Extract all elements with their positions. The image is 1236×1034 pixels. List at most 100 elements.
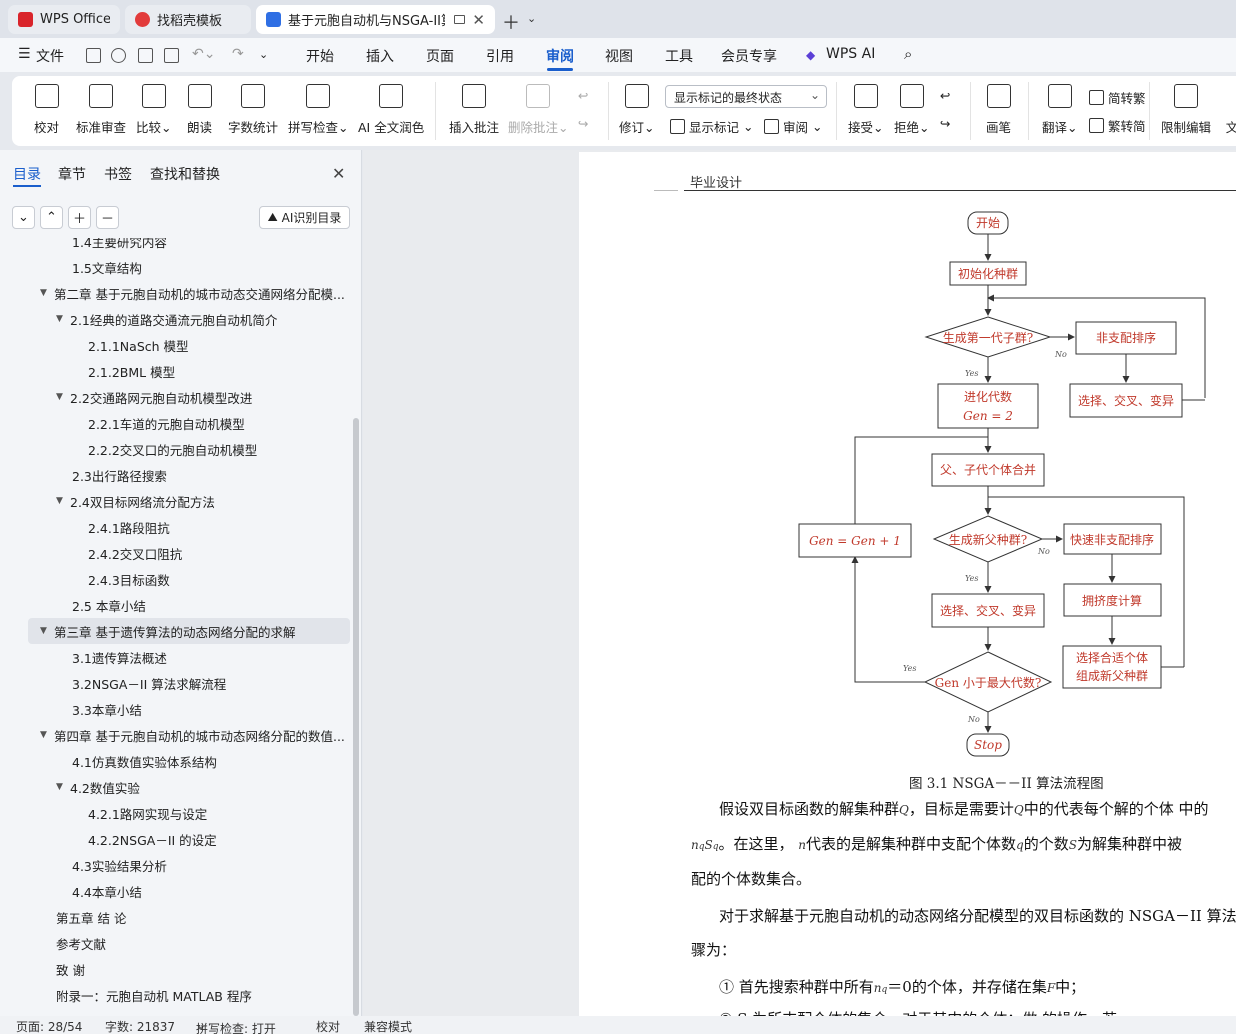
toc-item[interactable]: 2.1.2BML 模型 xyxy=(72,358,350,384)
pen-button[interactable]: 画笔 xyxy=(986,84,1011,136)
toc-item[interactable]: 3.2NSGA－II 算法求解流程 xyxy=(56,670,350,696)
status-proof[interactable]: 校对 xyxy=(316,1018,340,1034)
restrict-edit-button[interactable]: 限制编辑 xyxy=(1161,84,1211,136)
spell-check-button[interactable]: 拼写检查⌄ xyxy=(288,84,349,136)
toc-item[interactable]: 2.2.2交叉口的元胞自动机模型 xyxy=(72,436,350,462)
toc-item[interactable]: ▼ 2.2交通路网元胞自动机模型改进 xyxy=(56,384,350,410)
delete-comment-button[interactable]: 删除批注⌄ xyxy=(508,84,569,136)
accept-button[interactable]: 接受⌄ xyxy=(848,84,884,136)
status-page[interactable]: 页面: 28/54 xyxy=(16,1018,82,1034)
markup-state-select[interactable]: 显示标记的最终状态 ⌄ xyxy=(665,85,827,108)
toc-expand-chevron-icon[interactable]: ▼ xyxy=(56,782,70,792)
to-simplified-button[interactable]: 繁转简 xyxy=(1089,116,1146,135)
read-aloud-button[interactable]: 朗读 xyxy=(187,84,212,136)
status-words[interactable]: 字数: 21837 xyxy=(105,1018,175,1034)
tab-find-replace[interactable]: 查找和替换 xyxy=(150,164,220,184)
toc-item[interactable]: 2.3出行路径搜索 xyxy=(56,462,350,488)
save-icon[interactable] xyxy=(86,48,101,63)
expand-chevron-icon[interactable]: ⌃ xyxy=(40,206,63,229)
tab-list-chevron-icon[interactable]: ⌄ xyxy=(527,12,536,25)
toc-item[interactable]: 3.3本章小结 xyxy=(56,696,350,722)
toc-item[interactable]: 4.1仿真数值实验体系结构 xyxy=(56,748,350,774)
ai-polish-button[interactable]: AI 全文润色 xyxy=(358,84,424,136)
toc-expand-chevron-icon[interactable]: ▼ xyxy=(40,626,54,636)
toc-item[interactable]: 1.5文章结构 xyxy=(56,254,350,280)
tab-bookmarks[interactable]: 书签 xyxy=(104,164,132,184)
show-markup-button[interactable]: 显示标记 ⌄ xyxy=(670,117,754,136)
toc-item[interactable]: 第五章 结 论 xyxy=(40,904,350,930)
tab-toc[interactable]: 目录 xyxy=(13,164,41,184)
tab-template[interactable]: 找稻壳模板 xyxy=(125,5,251,34)
quick-access-more-icon[interactable]: ⌄ xyxy=(259,48,268,61)
toc-item[interactable]: 4.2.1路网实现与设定 xyxy=(72,800,350,826)
toc-item[interactable]: 参考文献 xyxy=(40,930,350,956)
proof-button[interactable]: 校对 xyxy=(34,84,59,136)
toc-expand-chevron-icon[interactable]: ▼ xyxy=(56,314,70,324)
toc-scrollbar[interactable] xyxy=(353,418,359,1016)
toc-item[interactable]: 2.4.2交叉口阻抗 xyxy=(72,540,350,566)
toc-item[interactable]: ▼ 4.2数值实验 xyxy=(56,774,350,800)
toc-item[interactable]: 2.4.1路段阻抗 xyxy=(72,514,350,540)
toc-item[interactable]: 4.3实验结果分析 xyxy=(56,852,350,878)
word-count-button[interactable]: 字数统计 xyxy=(228,84,278,136)
toc-item[interactable]: 2.1.1NaSch 模型 xyxy=(72,332,350,358)
toc-item[interactable]: 1.4主要研究内容 xyxy=(56,238,350,254)
toc-item[interactable]: ▼ 第二章 基于元胞自动机的城市动态交通网络分配模... xyxy=(40,280,350,306)
menu-view[interactable]: 视图 xyxy=(605,46,633,66)
menu-review[interactable]: 审阅 xyxy=(546,46,574,66)
search-icon[interactable]: ⌕ xyxy=(904,45,912,63)
menu-insert[interactable]: 插入 xyxy=(366,46,394,66)
toc-item[interactable]: ▼ 第四章 基于元胞自动机的城市动态网络分配的数值... xyxy=(40,722,350,748)
toc-item[interactable]: 2.5 本章小结 xyxy=(56,592,350,618)
toc-expand-chevron-icon[interactable]: ▼ xyxy=(40,288,54,298)
tab-wps-office[interactable]: WPS Office xyxy=(8,5,120,34)
new-tab-icon[interactable]: ＋ xyxy=(502,9,520,35)
std-review-button[interactable]: 标准审查 xyxy=(76,84,126,136)
to-traditional-button[interactable]: 简转繁 xyxy=(1089,88,1146,107)
toc-item[interactable]: 致 谢 xyxy=(40,956,350,982)
tab-document[interactable]: 基于元胞自动机与NSGA-II算 ✕ xyxy=(256,5,495,34)
reject-button[interactable]: 拒绝⌄ xyxy=(894,84,930,136)
redo-icon[interactable]: ↷ xyxy=(232,46,244,62)
insert-comment-button[interactable]: 插入批注 xyxy=(449,84,499,136)
toc-item[interactable]: ▼ 2.4双目标网络流分配方法 xyxy=(56,488,350,514)
remove-heading-icon[interactable]: － xyxy=(96,206,119,229)
doc-more-button[interactable]: 文 xyxy=(1220,84,1236,136)
prev-change-icon[interactable]: ↩ xyxy=(940,88,950,103)
next-comment-icon[interactable]: ↪ xyxy=(578,116,588,131)
print-icon[interactable] xyxy=(138,48,153,63)
translate-button[interactable]: 翻译⌄ xyxy=(1042,84,1078,136)
close-tab-icon[interactable]: ✕ xyxy=(472,11,485,29)
menu-references[interactable]: 引用 xyxy=(486,46,514,66)
toc-item[interactable]: ▼ 第三章 基于遗传算法的动态网络分配的求解 xyxy=(28,618,350,644)
status-spell[interactable]: 拼写检查: 打开 ⌄ xyxy=(196,1018,276,1034)
toc-item[interactable]: 4.2.2NSGA－II 的设定 xyxy=(72,826,350,852)
toc-item[interactable]: 3.1遗传算法概述 xyxy=(56,644,350,670)
collapse-chevron-icon[interactable]: ⌄ xyxy=(12,206,35,229)
toc-item[interactable]: ▼ 2.1经典的道路交通流元胞自动机简介 xyxy=(56,306,350,332)
review-pane-button[interactable]: 审阅 ⌄ xyxy=(764,117,823,136)
monitor-icon[interactable] xyxy=(453,15,466,24)
hamburger-icon[interactable]: ☰ xyxy=(18,46,31,62)
menu-home[interactable]: 开始 xyxy=(306,46,334,66)
next-change-icon[interactable]: ↪ xyxy=(940,116,950,131)
prev-comment-icon[interactable]: ↩ xyxy=(578,88,588,103)
close-icon[interactable]: ✕ xyxy=(332,164,345,183)
menu-file[interactable]: 文件 xyxy=(36,46,64,66)
export-icon[interactable] xyxy=(111,48,126,63)
toc-expand-chevron-icon[interactable]: ▼ xyxy=(56,392,70,402)
menu-member[interactable]: 会员专享 xyxy=(721,46,777,66)
add-heading-icon[interactable]: ＋ xyxy=(68,206,91,229)
ai-toc-button[interactable]: ⛰ AI识别目录 xyxy=(259,206,350,229)
toc-item[interactable]: 附录一：元胞自动机 MATLAB 程序 xyxy=(40,982,350,1008)
print-preview-icon[interactable] xyxy=(164,48,179,63)
menu-wps-ai[interactable]: WPS AI xyxy=(826,46,875,62)
undo-icon[interactable]: ↶⌄ xyxy=(192,46,215,62)
toc-expand-chevron-icon[interactable]: ▼ xyxy=(56,496,70,506)
toc-item[interactable]: 2.2.1车道的元胞自动机模型 xyxy=(72,410,350,436)
compare-button[interactable]: 比较⌄ xyxy=(136,84,172,136)
document-page[interactable]: 毕业设计 开始 初始化种群 生成第一代子群? 非支配排序 选择、交叉、变异 进化… xyxy=(579,152,1236,1016)
menu-tools[interactable]: 工具 xyxy=(665,46,693,66)
toc-item[interactable]: 4.4本章小结 xyxy=(56,878,350,904)
tab-chapters[interactable]: 章节 xyxy=(58,164,86,184)
